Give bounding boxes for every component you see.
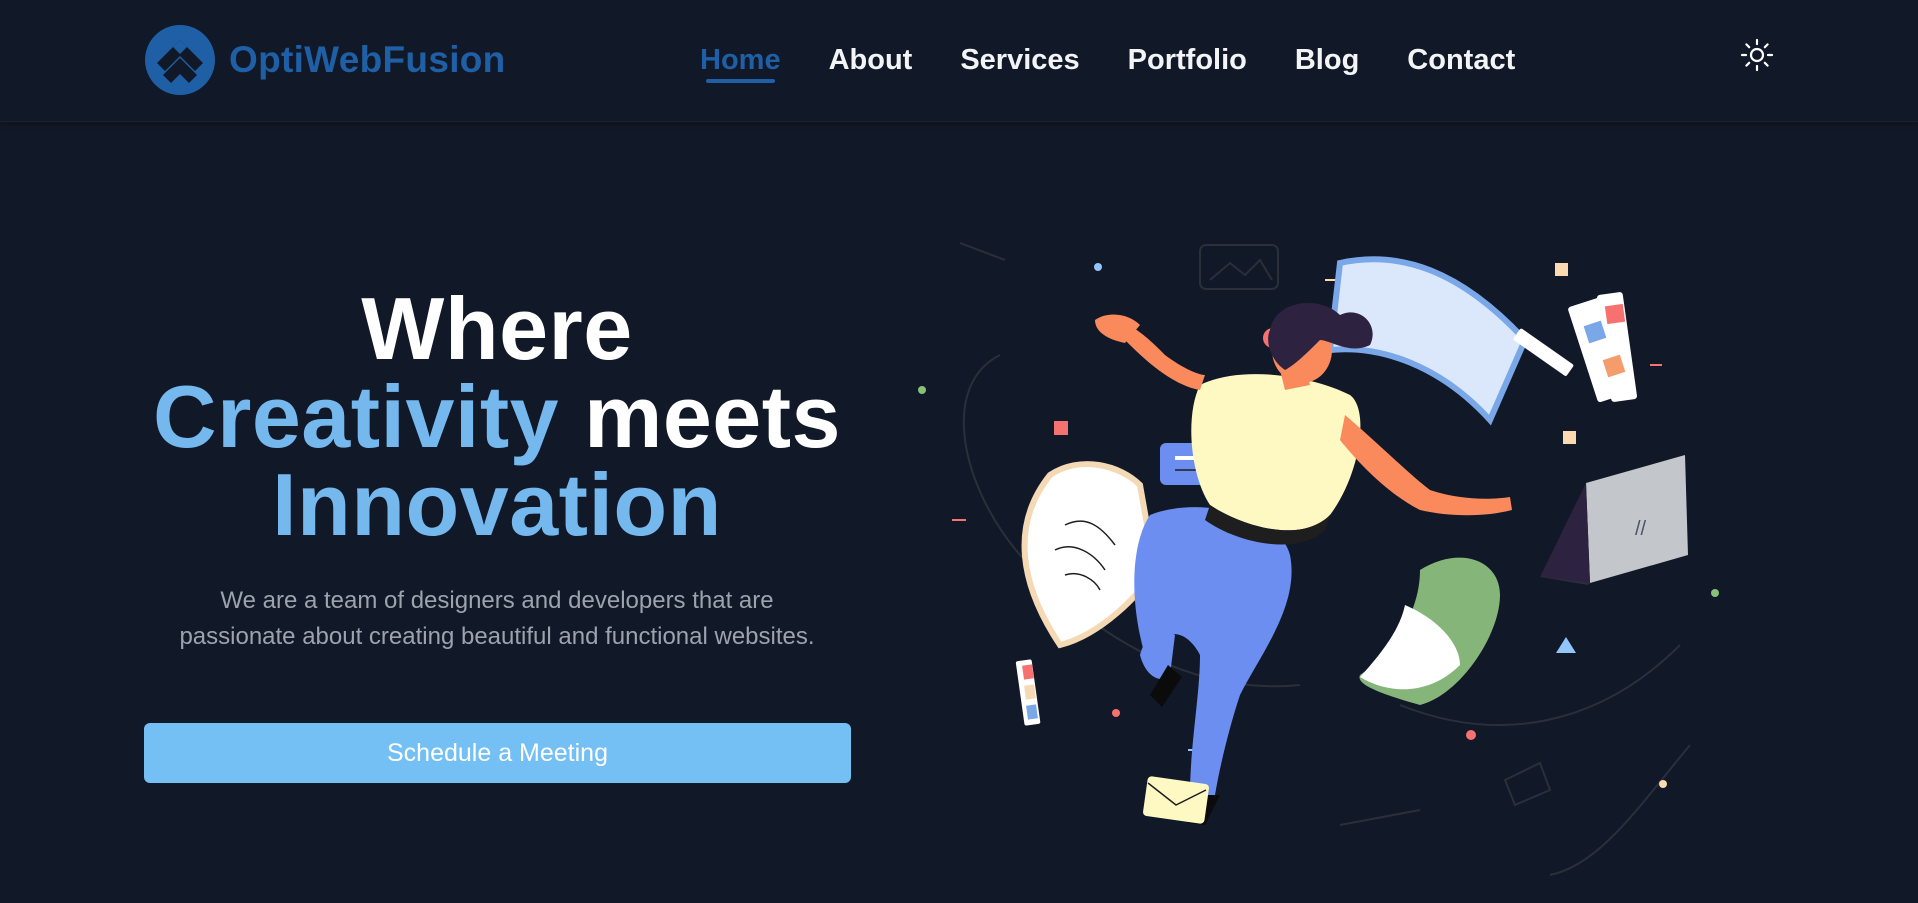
sun-icon	[1740, 38, 1774, 72]
brand-logo-link[interactable]: OptiWebFusion	[143, 23, 506, 97]
headline-highlight-creativity: Creativity	[153, 367, 560, 466]
swatch-cards	[1513, 292, 1638, 403]
nav-blog[interactable]: Blog	[1295, 44, 1359, 77]
hero-illustration: //	[918, 242, 1719, 876]
laptop: //	[1540, 455, 1688, 585]
theme-toggle-button[interactable]	[1740, 38, 1774, 72]
hero-subtext: We are a team of designers and developer…	[179, 587, 815, 650]
nav-portfolio[interactable]: Portfolio	[1128, 44, 1247, 77]
headline-word-meets: meets	[559, 367, 841, 466]
nav-home[interactable]: Home	[700, 44, 781, 83]
headline-word-where: Where	[361, 279, 633, 378]
nav-about[interactable]: About	[829, 44, 913, 77]
logo-icon	[145, 25, 215, 95]
nav-services[interactable]: Services	[960, 44, 1079, 77]
headline-highlight-innovation: Innovation	[272, 455, 722, 554]
brand-name: OptiWebFusion	[229, 39, 506, 80]
nav-contact[interactable]: Contact	[1407, 44, 1515, 77]
hero-headline: Where Creativity meets Innovation	[143, 285, 851, 549]
hero-text-block: Where Creativity meets Innovation We are…	[143, 285, 851, 655]
schedule-meeting-button[interactable]: Schedule a Meeting	[144, 723, 851, 783]
svg-text://: //	[1635, 518, 1647, 540]
main-nav: Home About Services Portfolio Blog Conta…	[700, 38, 1515, 83]
site-header: OptiWebFusion Home About Services Portfo…	[0, 0, 1918, 122]
envelope	[1143, 776, 1209, 824]
